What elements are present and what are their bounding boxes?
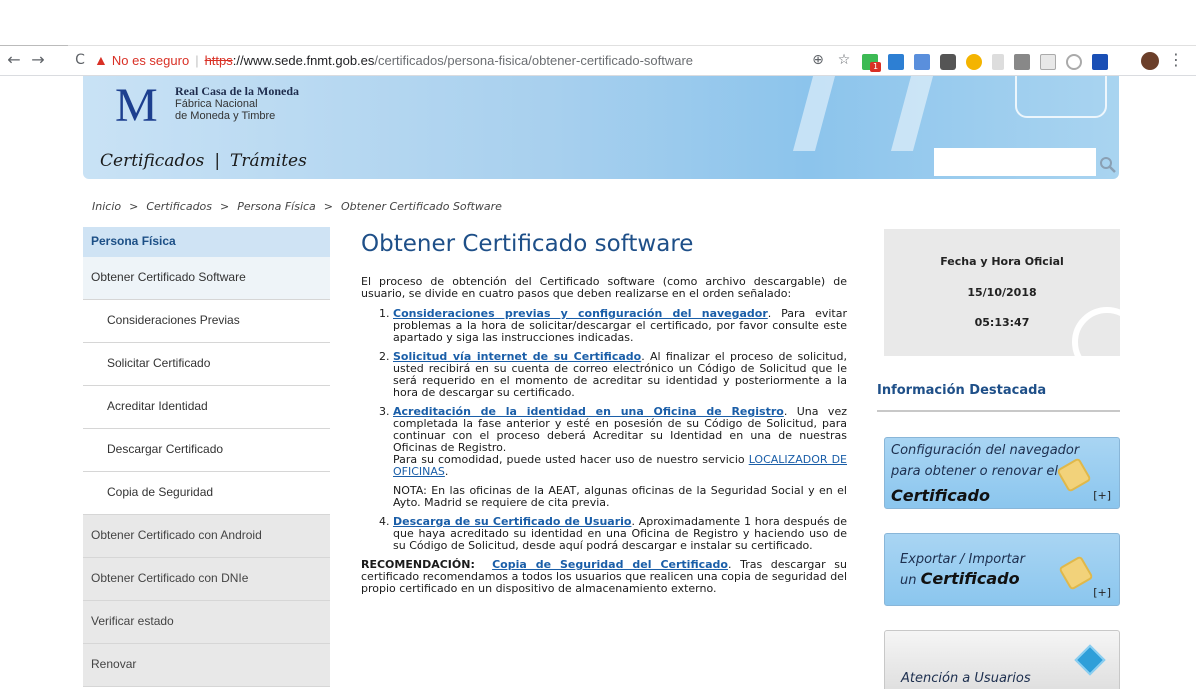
sidebar-item-acreditar[interactable]: Acreditar Identidad [83, 386, 330, 429]
info-icon [1074, 644, 1106, 676]
clock-title: Fecha y Hora Oficial [940, 255, 1064, 268]
sidebar-item-renovar[interactable]: Renovar [83, 644, 330, 687]
site-banner: M Real Casa de la Moneda Fábrica Naciona… [83, 76, 1119, 179]
lock-icon [1056, 457, 1092, 493]
main-content: Obtener Certificado software El proceso … [361, 229, 847, 595]
breadcrumb-separator: > [129, 200, 139, 213]
circle-icon[interactable] [1066, 53, 1082, 70]
step-item: Acreditación de la identidad en una Ofic… [393, 406, 847, 509]
user-support-label: Atención a Usuarios [901, 671, 1031, 686]
sidebar-item-copia[interactable]: Copia de Seguridad [83, 472, 330, 515]
url-scheme: https [204, 53, 233, 68]
step-item: Descarga de su Certificado de Usuario. A… [393, 516, 847, 552]
extension-icon-grid[interactable] [888, 53, 904, 70]
sidebar: Persona Física Obtener Certificado Softw… [83, 227, 330, 687]
promo1-line2: para obtener o renovar el [891, 464, 1059, 479]
promo-browser-config[interactable]: Configuración del navegador para obtener… [884, 437, 1120, 509]
profile-avatar[interactable] [1141, 52, 1159, 70]
step-item: Solicitud vía internet de su Certificado… [393, 351, 847, 399]
extension-icon-text[interactable] [992, 53, 1004, 70]
lock-icon [1058, 555, 1094, 591]
sim-chip-graphic [1015, 76, 1107, 118]
url-host: ://www.sede.fnmt.gob.es [232, 53, 375, 68]
breadcrumb-persona-fisica[interactable]: Persona Física [237, 200, 316, 213]
sidebar-item-consideraciones[interactable]: Consideraciones Previas [83, 300, 330, 343]
logo-subtitle: Fábrica Nacional [175, 98, 258, 110]
promo2-line1: Exportar / Importar [900, 552, 1025, 567]
omnibox-actions: ⊕ ☆ [808, 49, 860, 71]
promo1-line3: Certificado [891, 486, 990, 505]
nav-separator: | [214, 151, 221, 171]
clock-icon [1072, 307, 1120, 356]
menu-dots-icon[interactable]: ⋮ [1168, 50, 1184, 70]
breadcrumb-separator: > [220, 200, 230, 213]
nav-tramites[interactable]: Trámites [230, 151, 307, 171]
info-divider [877, 410, 1120, 412]
url-path: /certificados/persona-fisica/obtener-cer… [374, 53, 694, 68]
extension-icon-badge[interactable]: 1 [862, 53, 881, 72]
step-item: Consideraciones previas y configuración … [393, 308, 847, 344]
breadcrumb-certificados[interactable]: Certificados [146, 200, 212, 213]
omnibox-separator: | [195, 53, 199, 68]
warning-icon: ▲ [94, 52, 108, 68]
back-icon[interactable]: ← [4, 50, 24, 70]
sidebar-item-descargar[interactable]: Descargar Certificado [83, 429, 330, 472]
nav-certificados[interactable]: Certificados [100, 151, 204, 171]
banner-decoration [792, 76, 934, 151]
recommendation: RECOMENDACIÓN: Copia de Seguridad del Ce… [361, 559, 847, 595]
breadcrumb-inicio[interactable]: Inicio [92, 200, 121, 213]
promo2-more[interactable]: [+] [1093, 586, 1111, 599]
site-search-input[interactable] [934, 148, 1096, 176]
zoom-icon[interactable]: ⊕ [808, 49, 828, 71]
sidebar-item-android[interactable]: Obtener Certificado con Android [83, 515, 330, 558]
promo1-line1: Configuración del navegador [891, 443, 1080, 458]
extension-badge-count: 1 [870, 61, 881, 72]
document-icon[interactable] [1040, 53, 1056, 70]
official-time-box: Fecha y Hora Oficial 15/10/2018 05:13:47 [884, 229, 1120, 356]
bookmark-star-icon[interactable]: ☆ [834, 49, 854, 71]
extension-icon-star[interactable] [966, 53, 982, 70]
info-heading: Información Destacada [877, 383, 1047, 398]
extension-icon-square[interactable] [1014, 53, 1030, 70]
extension-icon-puzzle[interactable] [914, 53, 930, 70]
sidebar-item-solicitar[interactable]: Solicitar Certificado [83, 343, 330, 386]
breadcrumb-current: Obtener Certificado Software [341, 200, 502, 213]
user-support-box[interactable]: Atención a Usuarios [884, 630, 1120, 689]
breadcrumb-separator: > [323, 200, 334, 213]
intro-paragraph: El proceso de obtención del Certificado … [361, 275, 847, 300]
step-3-end: . [444, 465, 449, 478]
clock-time: 05:13:47 [974, 316, 1030, 329]
extension-icon-blue[interactable] [1092, 53, 1108, 70]
breadcrumb: Inicio > Certificados > Persona Física > Obten… [92, 200, 502, 213]
promo1-more[interactable]: [+] [1093, 489, 1111, 502]
search-icon[interactable] [1099, 156, 1117, 174]
security-status[interactable]: No es seguro [112, 53, 189, 68]
logo-mark[interactable]: M [115, 82, 158, 130]
steps-list: Consideraciones previas y configuración … [393, 308, 847, 552]
promo2-line2-prefix: un [900, 573, 921, 588]
promo2-line2-bold: Certificado [920, 569, 1020, 588]
sidebar-item-verificar[interactable]: Verificar estado [83, 601, 330, 644]
sidebar-item-obtener-software[interactable]: Obtener Certificado Software [83, 257, 330, 300]
browser-tabstrip [0, 0, 1196, 46]
logo-subtitle-2: de Moneda y Timbre [175, 110, 276, 122]
promo-export-import[interactable]: Exportar / Importar un Certificado [+] [884, 533, 1120, 606]
reload-icon[interactable]: C [70, 50, 90, 70]
top-navigation: Certificados | Trámites [100, 151, 307, 171]
sidebar-heading[interactable]: Persona Física [83, 227, 330, 257]
extensions-bar: 1 [862, 51, 1118, 72]
pocket-icon[interactable] [940, 53, 956, 70]
forward-icon[interactable]: → [28, 50, 48, 70]
clock-date: 15/10/2018 [967, 286, 1037, 299]
page-title: Obtener Certificado software [361, 231, 694, 257]
browser-toolbar: ← → C ▲ No es seguro | https://www.sede.fnm… [0, 46, 1196, 76]
logo-title: Real Casa de la Moneda [175, 84, 299, 98]
note-text: NOTA: En las oficinas de la AEAT, alguna… [393, 484, 847, 509]
address-bar[interactable]: ▲ No es seguro | https://www.sede.fnmt.gob.… [94, 49, 854, 71]
sidebar-item-dnie[interactable]: Obtener Certificado con DNIe [83, 558, 330, 601]
